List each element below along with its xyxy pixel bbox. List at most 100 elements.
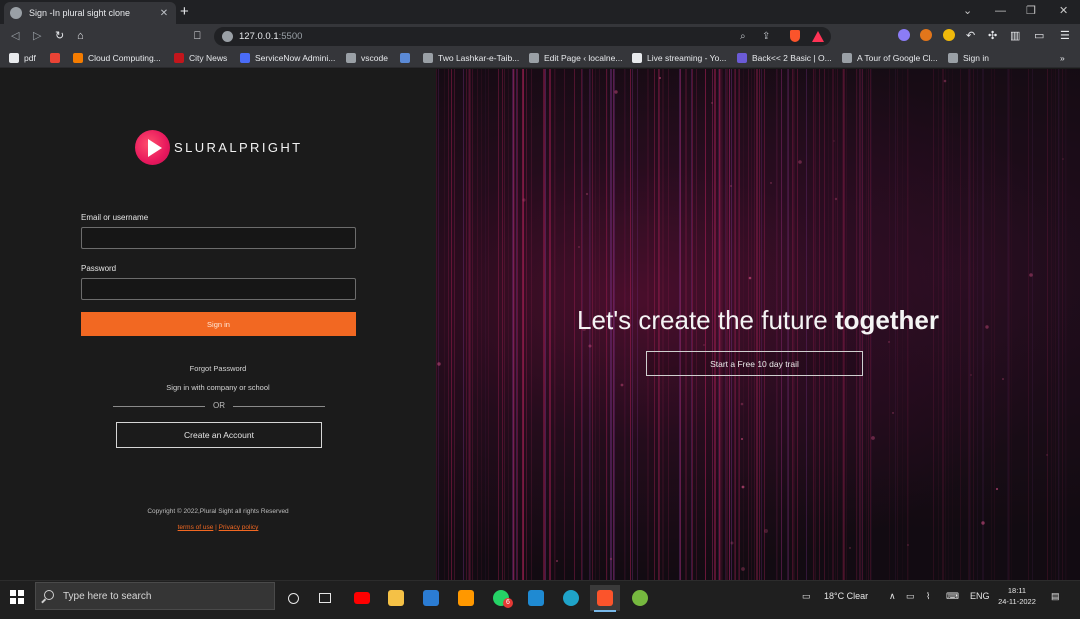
close-tab-icon[interactable]: ✕: [158, 8, 170, 19]
extension-icon[interactable]: [898, 29, 910, 41]
bookmark-item[interactable]: A Tour of Google Cl...: [842, 51, 938, 65]
bookmark-item[interactable]: [400, 51, 415, 65]
site-info-icon[interactable]: [222, 31, 233, 42]
zoom-icon[interactable]: ⌕: [740, 30, 746, 43]
globe-icon: [10, 7, 22, 19]
tab-search-icon[interactable]: ⌄: [963, 4, 972, 18]
file-explorer-icon[interactable]: [381, 585, 411, 611]
bookmark-label: vscode: [361, 53, 388, 63]
privacy-link[interactable]: Privacy policy: [219, 524, 259, 531]
store-icon[interactable]: [416, 585, 446, 611]
cortana-icon[interactable]: [278, 585, 308, 611]
bookmark-item[interactable]: City News: [174, 51, 227, 65]
weather-text[interactable]: 18°C Clear: [824, 590, 868, 602]
youtube-icon[interactable]: [347, 585, 377, 611]
windows-start-icon[interactable]: [10, 590, 24, 604]
bookmark-item[interactable]: Two Lashkar-e-Taib...: [423, 51, 519, 65]
restore-button[interactable]: ❐: [1026, 4, 1036, 18]
toi-icon: [174, 53, 184, 63]
vscode-icon[interactable]: [521, 585, 551, 611]
bookmark-label: Live streaming - Yo...: [647, 53, 727, 63]
bookmark-label: City News: [189, 53, 228, 63]
github-icon: [9, 53, 19, 63]
create-account-button[interactable]: Create an Account: [116, 422, 322, 448]
page-content: SLURALPRIGHT Email or username Password …: [0, 69, 1080, 580]
browser-tab-active[interactable]: Sign -In plural sight clone ✕: [4, 2, 176, 24]
share-icon[interactable]: ⇪: [762, 30, 770, 43]
weather-icon[interactable]: ▭: [802, 590, 811, 602]
bookmark-item[interactable]: pdf: [9, 51, 36, 65]
menu-icon[interactable]: ☰: [1060, 28, 1070, 44]
brave-rewards-icon[interactable]: [812, 31, 824, 42]
email-field[interactable]: [81, 227, 356, 249]
bookmark-item[interactable]: [50, 51, 65, 65]
language-indicator[interactable]: ENG: [970, 590, 990, 602]
utorrent-icon[interactable]: [625, 585, 655, 611]
extension-icon[interactable]: ↶: [966, 28, 975, 44]
notifications-icon[interactable]: ▤: [1051, 590, 1060, 602]
task-view-icon[interactable]: [310, 585, 340, 611]
free-trial-button[interactable]: Start a Free 10 day trail: [646, 351, 863, 376]
edge-icon[interactable]: [556, 585, 586, 611]
url-text[interactable]: 127.0.0.1:5500: [239, 31, 302, 42]
terms-link[interactable]: terms of use: [178, 524, 214, 531]
bookmarks-overflow-icon[interactable]: »: [1060, 51, 1065, 65]
network-icon[interactable]: ⌇: [926, 590, 930, 602]
footer-links: terms of use | Privacy policy: [0, 524, 436, 531]
divider-line: [233, 406, 325, 407]
sidebar-icon[interactable]: ▥: [1010, 28, 1020, 44]
bookmark-item[interactable]: Edit Page ‹ localne...: [529, 51, 622, 65]
minimize-button[interactable]: —: [995, 4, 1006, 18]
metamask-icon[interactable]: [920, 29, 932, 41]
copyright-text: Copyright © 2022,Plural Sight all rights…: [147, 508, 289, 515]
extension-icon[interactable]: [943, 29, 955, 41]
address-bar[interactable]: 127.0.0.1:5500 ⌕ ⇪: [214, 27, 831, 46]
wallet-icon[interactable]: ▭: [1034, 28, 1044, 44]
clock-time: 18:11: [1007, 586, 1027, 595]
sublime-text-icon[interactable]: [451, 585, 481, 611]
bookmark-item[interactable]: ServiceNow Admini...: [240, 51, 335, 65]
search-icon: [44, 590, 54, 600]
puzzle-icon[interactable]: ✣: [988, 28, 997, 44]
play-logo-icon: [135, 130, 170, 165]
close-window-button[interactable]: ✕: [1059, 4, 1068, 18]
home-icon[interactable]: ⌂: [77, 28, 84, 44]
tray-expand-icon[interactable]: ∧: [889, 590, 896, 602]
logo[interactable]: SLURALPRIGHT: [135, 130, 303, 165]
battery-icon[interactable]: ▭: [906, 590, 915, 602]
bookmark-item[interactable]: Sign in: [948, 51, 989, 65]
new-tab-button[interactable]: +: [180, 3, 189, 21]
sign-in-button[interactable]: Sign in: [81, 312, 356, 336]
taskbar-search[interactable]: Type here to search: [35, 582, 275, 610]
back-icon[interactable]: ◁: [11, 28, 19, 44]
password-field[interactable]: [81, 278, 356, 300]
tab-title: Sign -In plural sight clone: [29, 8, 131, 18]
bookmark-label: pdf: [24, 53, 36, 63]
bookmark-item[interactable]: Live streaming - Yo...: [632, 51, 726, 65]
whatsapp-icon[interactable]: 6: [486, 585, 516, 611]
cloud-icon: [73, 53, 83, 63]
reload-icon[interactable]: ↻: [55, 28, 64, 44]
google-icon: [632, 53, 642, 63]
company-sign-in-link[interactable]: Sign in with company or school: [0, 383, 436, 392]
clock-date: 24-11-2022: [998, 597, 1036, 606]
logo-text: SLURALPRIGHT: [174, 140, 303, 155]
globe-icon: [346, 53, 356, 63]
bookmark-item[interactable]: vscode: [346, 51, 388, 65]
whatsapp-badge: 6: [503, 598, 513, 608]
keyboard-icon[interactable]: ⌨: [946, 590, 959, 602]
forgot-password-link[interactable]: Forgot Password: [0, 364, 436, 373]
brave-icon[interactable]: [590, 585, 620, 612]
bookmark-page-icon[interactable]: ⎕: [194, 28, 201, 44]
forward-icon[interactable]: ▷: [33, 28, 41, 44]
gmail-icon: [50, 53, 60, 63]
brave-shield-icon[interactable]: [790, 30, 800, 42]
login-panel: SLURALPRIGHT Email or username Password …: [0, 69, 436, 580]
browser-tab-bar: Sign -In plural sight clone ✕ + ⌄ — ❐ ✕: [0, 0, 1080, 24]
servicenow-icon: [240, 53, 250, 63]
windows-taskbar: Type here to search 6 ▭ 18°C Clear ∧ ▭ ⌇…: [0, 580, 1080, 619]
bookmark-item[interactable]: Cloud Computing...: [73, 51, 161, 65]
bookmark-item[interactable]: Back<< 2 Basic | O...: [737, 51, 832, 65]
globe-icon: [948, 53, 958, 63]
clock[interactable]: 18:11 24-11-2022: [992, 585, 1042, 607]
